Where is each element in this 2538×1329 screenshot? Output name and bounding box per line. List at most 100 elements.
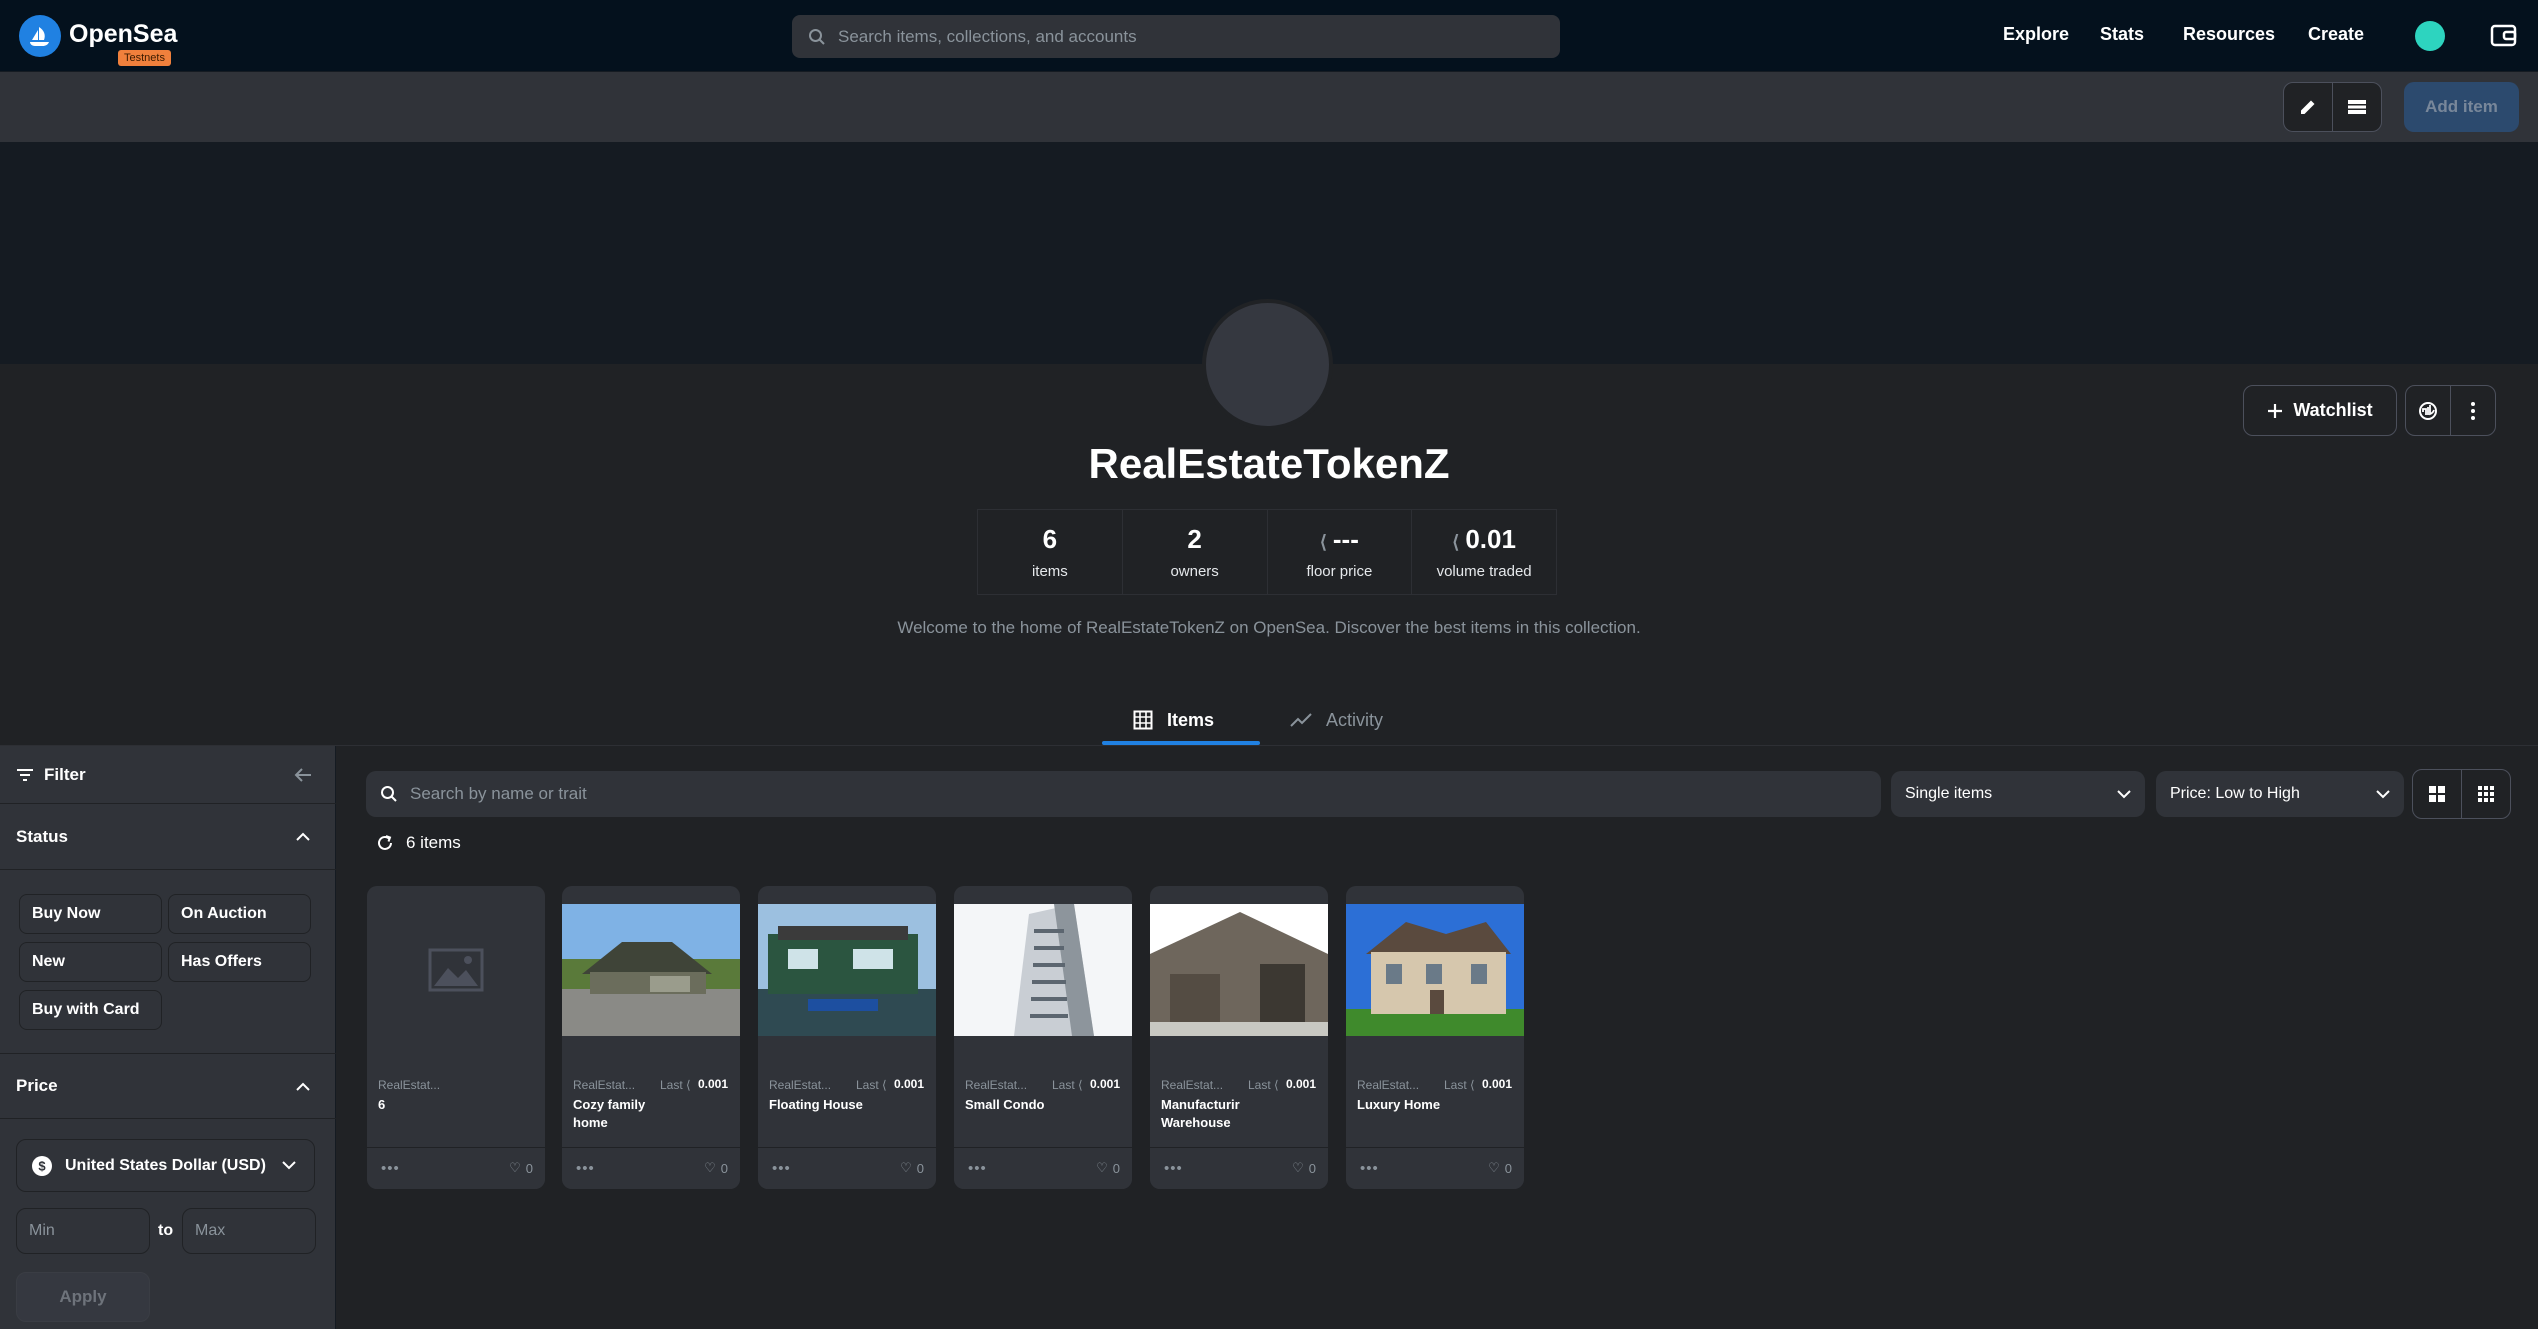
more-dots-icon[interactable]: ••• xyxy=(381,1160,400,1177)
add-item-button[interactable]: Add item xyxy=(2404,82,2519,132)
nft-card[interactable]: RealEstat... Last ⟨ 0.001 Cozy family ho… xyxy=(562,886,740,1189)
collection-stats: 6 items 2 owners ⟨ --- floor price ⟨ 0.01 … xyxy=(977,509,1557,595)
stat-items[interactable]: 6 items xyxy=(978,510,1123,594)
more-options-button[interactable] xyxy=(2450,385,2496,436)
more-dots-icon[interactable]: ••• xyxy=(1360,1160,1379,1177)
item-type-value: Single items xyxy=(1905,785,1993,802)
more-dots-icon[interactable]: ••• xyxy=(968,1160,987,1177)
card-collection: RealEstat... xyxy=(1161,1078,1224,1092)
global-search-input[interactable] xyxy=(838,26,1515,47)
status-title: Status xyxy=(16,826,68,846)
collection-avatar xyxy=(1202,299,1333,430)
favorite-button[interactable]: ♡ 0 xyxy=(900,1160,924,1176)
collection-title: RealEstateTokenZ xyxy=(1088,440,1450,487)
nft-card[interactable]: RealEstat... Last ⟨ 0.001 Luxury Home ••… xyxy=(1346,886,1524,1189)
nav-stats[interactable]: Stats xyxy=(2100,24,2144,45)
card-footer: ••• ♡ 0 xyxy=(562,1147,740,1189)
more-dots-icon[interactable]: ••• xyxy=(772,1160,791,1177)
card-last-price: 0.001 xyxy=(1285,1077,1316,1091)
more-dots-icon[interactable]: ••• xyxy=(576,1160,595,1177)
small-grid-toggle[interactable] xyxy=(2461,769,2511,819)
heart-icon: ♡ xyxy=(704,1160,716,1175)
favorite-button[interactable]: ♡ 0 xyxy=(509,1160,533,1176)
currency-label: United States Dollar (USD) xyxy=(65,1156,266,1174)
card-name: 6 xyxy=(378,1097,386,1112)
arrow-left-icon[interactable] xyxy=(294,767,312,783)
more-dots-icon[interactable]: ••• xyxy=(1164,1160,1183,1177)
tab-activity[interactable]: Activity xyxy=(1290,697,1383,743)
card-footer: ••• ♡ 0 xyxy=(1346,1147,1524,1189)
nav-resources[interactable]: Resources xyxy=(2183,24,2275,45)
items-search-input[interactable] xyxy=(410,784,1761,804)
edit-button[interactable] xyxy=(2283,82,2333,132)
tabs-divider xyxy=(0,745,2538,746)
heart-icon: ♡ xyxy=(1096,1160,1108,1175)
items-count: 6 items xyxy=(406,833,461,852)
favorite-button[interactable]: ♡ 0 xyxy=(1292,1160,1316,1176)
refresh-icon[interactable] xyxy=(376,834,394,852)
status-chip-on-auction[interactable]: On Auction xyxy=(168,894,311,934)
status-chip-new[interactable]: New xyxy=(19,942,162,982)
brand-name[interactable]: OpenSea xyxy=(69,20,177,49)
houseboat-image xyxy=(758,904,936,1036)
price-min-input[interactable] xyxy=(17,1209,149,1253)
favorite-button[interactable]: ♡ 0 xyxy=(704,1160,728,1176)
trend-line-icon xyxy=(1290,713,1312,727)
grid-icon xyxy=(1133,710,1153,730)
favorite-count: 0 xyxy=(1504,1160,1512,1176)
tab-items[interactable]: Items xyxy=(1133,697,1214,743)
currency-select[interactable]: $ United States Dollar (USD) xyxy=(16,1139,315,1192)
nft-card[interactable]: RealEstat... Last ⟨ 0.001 Floating House… xyxy=(758,886,936,1189)
owner-toolbar xyxy=(0,72,2538,142)
stat-value: 6 xyxy=(1042,524,1058,554)
card-footer: ••• ♡ 0 xyxy=(367,1147,545,1189)
card-footer: ••• ♡ 0 xyxy=(1150,1147,1328,1189)
status-section-header[interactable]: Status xyxy=(0,804,336,870)
large-grid-icon xyxy=(2429,786,2445,802)
status-chip-buy-now[interactable]: Buy Now xyxy=(19,894,162,934)
nft-card[interactable]: RealEstat... Last ⟨ 0.001 Manufacturir W… xyxy=(1150,886,1328,1189)
price-max-input[interactable] xyxy=(183,1209,315,1253)
card-name: Luxury Home xyxy=(1357,1097,1441,1112)
apply-button[interactable]: Apply xyxy=(16,1272,150,1322)
large-grid-toggle[interactable] xyxy=(2412,769,2462,819)
filter-header[interactable]: Filter xyxy=(0,746,336,804)
price-section-header[interactable]: Price xyxy=(0,1053,336,1119)
stat-owners[interactable]: 2 owners xyxy=(1123,510,1268,594)
status-chip-has-offers[interactable]: Has Offers xyxy=(168,942,311,982)
card-last-label: Last xyxy=(1052,1078,1075,1092)
price-max-field[interactable] xyxy=(182,1208,316,1254)
chevron-down-icon xyxy=(2117,789,2131,798)
stat-volume-traded[interactable]: ⟨ 0.01 volume traded xyxy=(1412,510,1556,594)
top-nav: OpenSea Testnets Explore Stats Resources… xyxy=(0,0,2538,72)
item-type-select[interactable]: Single items xyxy=(1891,771,2145,817)
explorer-link-button[interactable] xyxy=(2405,385,2451,436)
nav-explore[interactable]: Explore xyxy=(2003,24,2069,45)
price-title: Price xyxy=(16,1076,58,1095)
items-count-row: 6 items xyxy=(376,833,461,853)
profile-avatar[interactable] xyxy=(2415,21,2445,51)
card-footer: ••• ♡ 0 xyxy=(758,1147,936,1189)
chevron-up-icon xyxy=(296,1082,310,1091)
list-view-button[interactable] xyxy=(2332,82,2382,132)
favorite-button[interactable]: ♡ 0 xyxy=(1488,1160,1512,1176)
status-chip-buy-with-card[interactable]: Buy with Card xyxy=(19,990,162,1030)
price-min-field[interactable] xyxy=(16,1208,150,1254)
stat-label: volume traded xyxy=(1436,563,1532,580)
stat-floor-price[interactable]: ⟨ --- floor price xyxy=(1268,510,1413,594)
tab-items-label: Items xyxy=(1167,709,1215,730)
wallet-icon[interactable] xyxy=(2490,22,2517,49)
nav-create[interactable]: Create xyxy=(2308,24,2364,45)
nft-card[interactable]: RealEstat... 6 ••• ♡ 0 xyxy=(367,886,545,1189)
list-icon xyxy=(2348,100,2366,114)
sort-select[interactable]: Price: Low to High xyxy=(2156,771,2404,817)
global-search[interactable] xyxy=(792,15,1560,58)
card-name: Manufacturir Warehouse xyxy=(1161,1097,1240,1130)
favorite-button[interactable]: ♡ 0 xyxy=(1096,1160,1120,1176)
watchlist-button[interactable]: Watchlist xyxy=(2243,385,2397,436)
stat-label: items xyxy=(1031,563,1068,580)
nft-card[interactable]: RealEstat... Last ⟨ 0.001 Small Condo ••… xyxy=(954,886,1132,1189)
eth-icon: ⟨ xyxy=(686,1078,691,1092)
items-search[interactable] xyxy=(366,771,1881,817)
opensea-logo-icon[interactable] xyxy=(19,15,61,57)
